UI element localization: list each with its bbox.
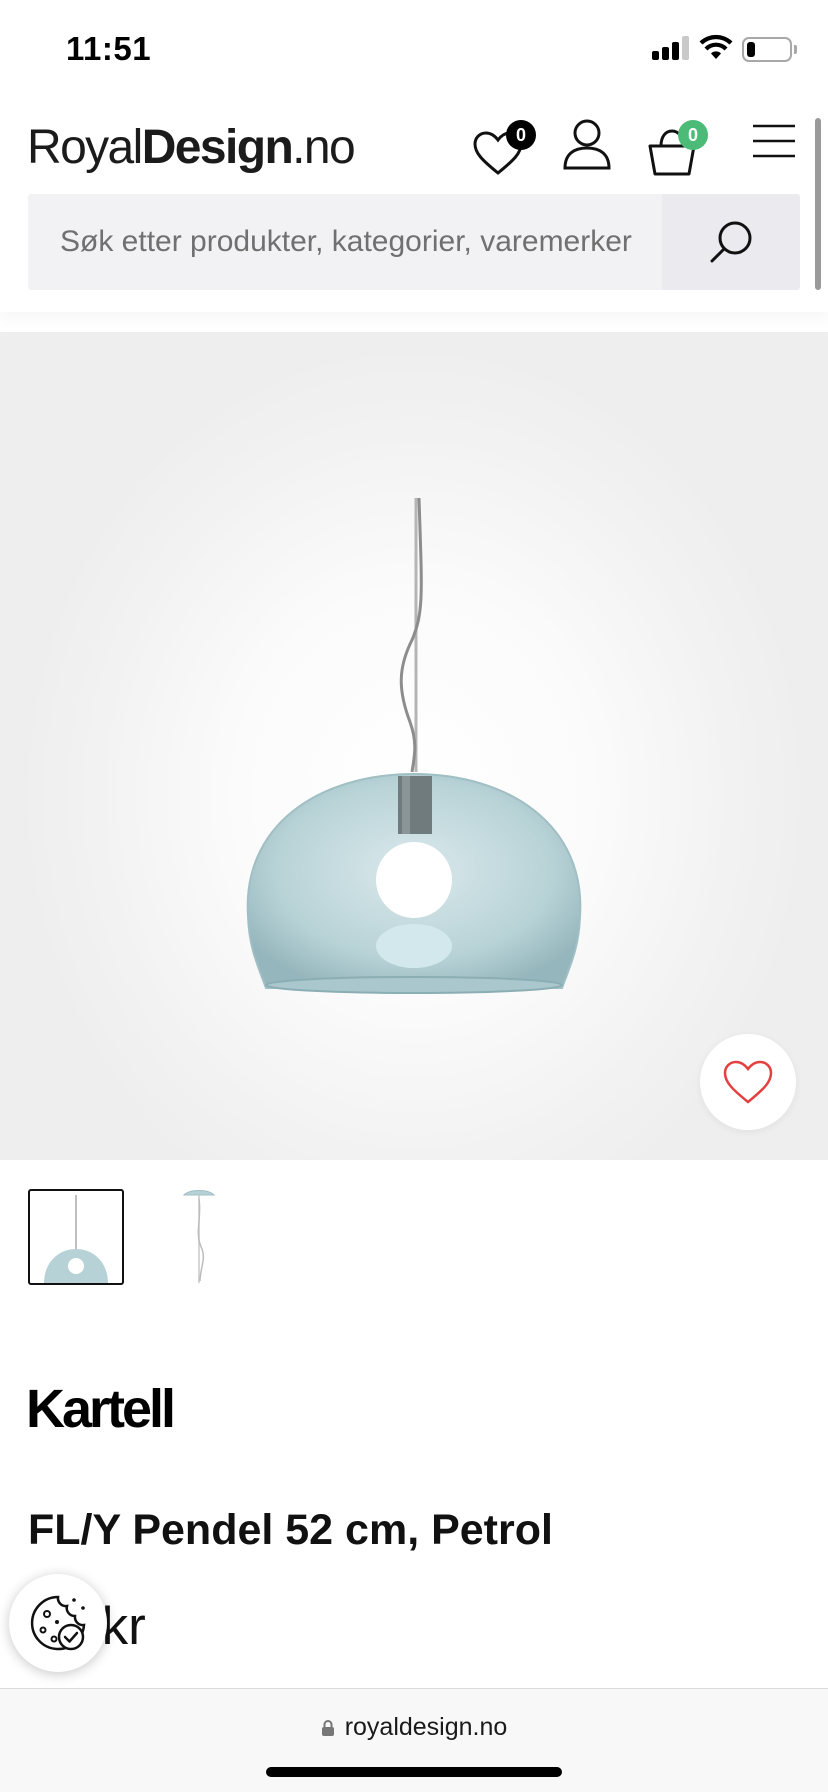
cookie-icon bbox=[30, 1595, 86, 1651]
product-title: FL/Y Pendel 52 cm, Petrol bbox=[28, 1506, 553, 1554]
url-row[interactable]: royaldesign.no bbox=[0, 1713, 828, 1742]
logo-design: Design bbox=[141, 121, 294, 174]
hamburger-menu-icon[interactable] bbox=[752, 124, 796, 158]
cart-button[interactable]: 0 bbox=[646, 120, 712, 184]
browser-address-bar: royaldesign.no bbox=[0, 1688, 828, 1792]
site-logo[interactable]: RoyalDesign.no bbox=[27, 120, 356, 175]
search-icon bbox=[710, 221, 752, 263]
product-thumbnail-2[interactable] bbox=[150, 1189, 246, 1285]
heart-outline-icon bbox=[723, 1060, 773, 1104]
user-icon[interactable] bbox=[562, 118, 612, 170]
thumbnail-lamp-image bbox=[44, 1195, 108, 1283]
page-scrollbar[interactable] bbox=[815, 118, 821, 290]
url-text: royaldesign.no bbox=[344, 1713, 508, 1741]
logo-royal: Royal bbox=[27, 121, 143, 174]
cart-count-badge: 0 bbox=[678, 120, 708, 150]
product-image[interactable] bbox=[0, 332, 828, 1160]
wifi-icon bbox=[699, 34, 733, 59]
battery-cap bbox=[794, 45, 797, 54]
search-bar bbox=[28, 194, 800, 290]
pendant-lamp-image bbox=[246, 497, 582, 994]
logo-suffix: .no bbox=[292, 121, 356, 174]
brand-logo[interactable]: Kartell bbox=[26, 1378, 176, 1440]
cookie-settings-button[interactable] bbox=[9, 1574, 107, 1672]
status-bar: 11:51 bbox=[0, 0, 828, 100]
lock-icon bbox=[321, 1719, 334, 1736]
wishlist-count-badge: 0 bbox=[506, 120, 536, 150]
battery-level bbox=[747, 42, 755, 57]
site-header: RoyalDesign.no 0 0 bbox=[0, 100, 828, 312]
home-indicator[interactable] bbox=[266, 1767, 562, 1777]
cellular-signal-icon bbox=[652, 36, 690, 60]
status-time: 11:51 bbox=[66, 30, 152, 67]
add-to-favorites-button[interactable] bbox=[700, 1034, 796, 1130]
wishlist-button[interactable]: 0 bbox=[472, 120, 542, 184]
thumbnail-ceiling-image bbox=[182, 1190, 216, 1283]
product-thumbnail-1[interactable] bbox=[28, 1189, 124, 1285]
search-button[interactable] bbox=[662, 194, 800, 290]
battery-icon bbox=[742, 37, 792, 62]
search-input[interactable] bbox=[28, 194, 662, 290]
